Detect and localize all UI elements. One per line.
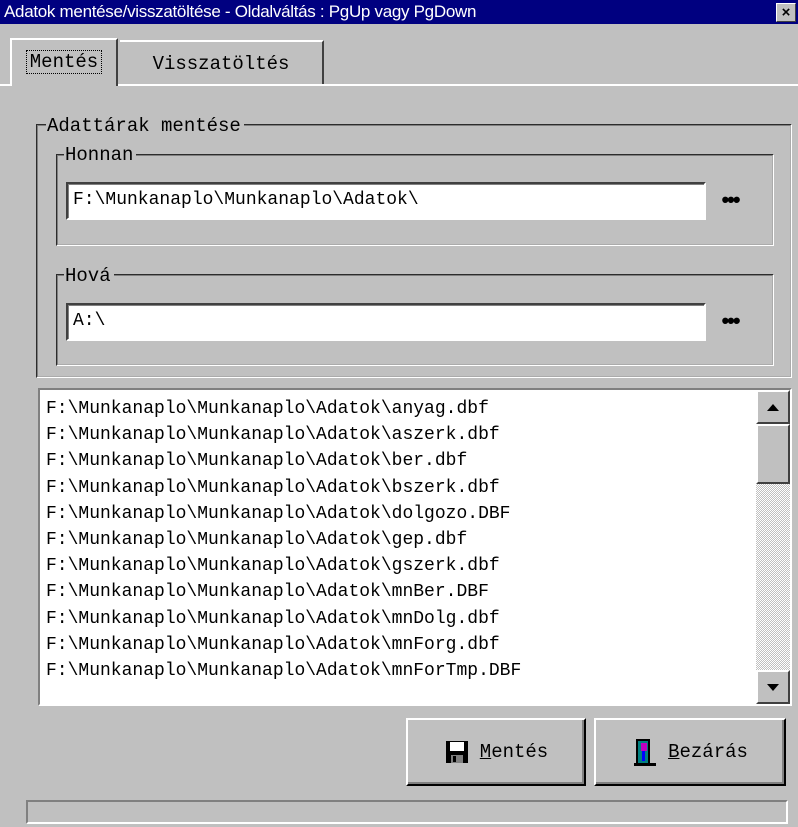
arrow-up-icon [767, 404, 779, 411]
window-title: Adatok mentése/visszatöltése - Oldalvált… [4, 2, 477, 21]
file-listbox[interactable]: F:\Munkanaplo\Munkanaplo\Adatok\anyag.db… [38, 388, 792, 706]
close-icon: × [781, 4, 791, 21]
list-item[interactable]: F:\Munkanaplo\Munkanaplo\Adatok\mnBer.DB… [46, 579, 756, 605]
tab-restore-label: Visszatöltés [152, 53, 290, 75]
list-item[interactable]: F:\Munkanaplo\Munkanaplo\Adatok\anyag.db… [46, 396, 756, 422]
list-item[interactable]: F:\Munkanaplo\Munkanaplo\Adatok\dolgozo.… [46, 501, 756, 527]
list-item[interactable]: F:\Munkanaplo\Munkanaplo\Adatok\ber.dbf [46, 448, 756, 474]
close-button[interactable]: Bezárás [594, 718, 786, 786]
source-browse-button[interactable]: ••• [712, 189, 748, 212]
list-item[interactable]: F:\Munkanaplo\Munkanaplo\Adatok\gszerk.d… [46, 553, 756, 579]
list-item[interactable]: F:\Munkanaplo\Munkanaplo\Adatok\mnForTmp… [46, 658, 756, 684]
tab-strip-edge [0, 84, 10, 86]
list-item[interactable]: F:\Munkanaplo\Munkanaplo\Adatok\mnForg.d… [46, 632, 756, 658]
save-button-label: Mentés [479, 741, 549, 763]
vertical-scrollbar[interactable] [756, 390, 790, 704]
window-titlebar: Adatok mentése/visszatöltése - Oldalvált… [0, 0, 798, 24]
backup-group-title: Adattárak mentése [46, 116, 244, 136]
scroll-up-button[interactable] [756, 390, 790, 424]
file-list: F:\Munkanaplo\Munkanaplo\Adatok\anyag.db… [40, 390, 756, 704]
scroll-down-button[interactable] [756, 670, 790, 704]
tab-save-label: Mentés [25, 50, 103, 74]
door-exit-icon [634, 739, 657, 766]
tab-restore[interactable]: Visszatöltés [120, 40, 324, 84]
list-item[interactable]: F:\Munkanaplo\Munkanaplo\Adatok\gep.dbf [46, 527, 756, 553]
scrollbar-thumb[interactable] [756, 424, 790, 484]
destination-path-input[interactable]: A:\ [66, 303, 706, 341]
destination-browse-button[interactable]: ••• [712, 310, 748, 333]
close-button-label: Bezárás [668, 741, 748, 763]
close-window-button[interactable]: × [776, 3, 796, 22]
save-button[interactable]: Mentés [406, 718, 586, 786]
source-label: Honnan [64, 145, 137, 165]
status-bar [26, 800, 788, 824]
floppy-disk-icon [445, 741, 468, 763]
list-item[interactable]: F:\Munkanaplo\Munkanaplo\Adatok\bszerk.d… [46, 475, 756, 501]
source-path-input[interactable]: F:\Munkanaplo\Munkanaplo\Adatok\ [66, 182, 706, 220]
destination-label: Hová [64, 266, 114, 286]
list-item[interactable]: F:\Munkanaplo\Munkanaplo\Adatok\aszerk.d… [46, 422, 756, 448]
tab-save[interactable]: Mentés [10, 38, 118, 86]
arrow-down-icon [767, 684, 779, 691]
list-item[interactable]: F:\Munkanaplo\Munkanaplo\Adatok\mnDolg.d… [46, 606, 756, 632]
